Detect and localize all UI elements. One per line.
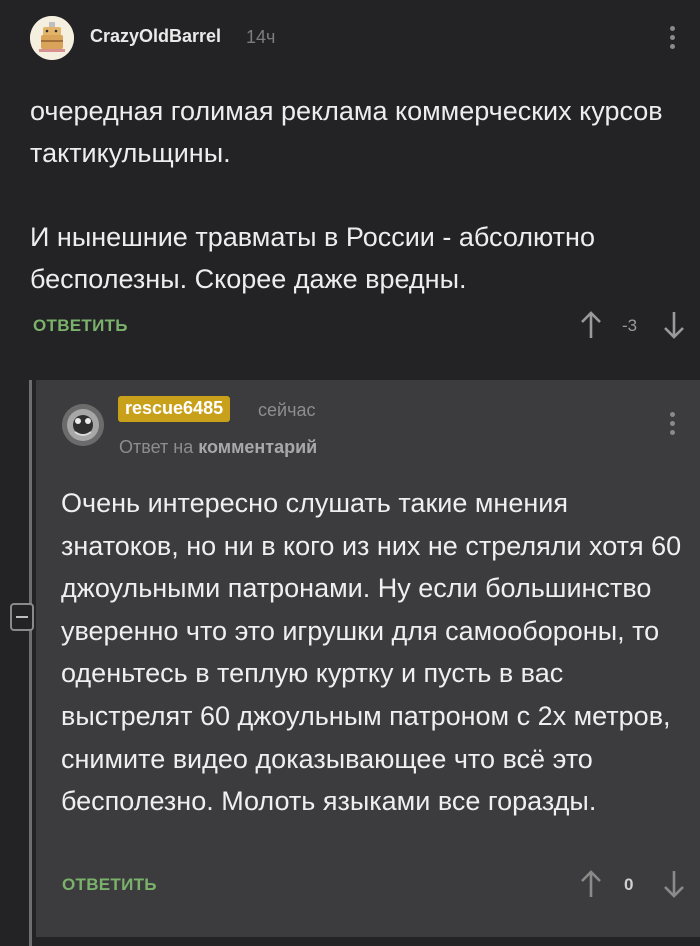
downvote-arrow-down-icon[interactable] [662, 310, 686, 340]
barrel-avatar-icon [30, 16, 74, 60]
reply-button[interactable]: ОТВЕТИТЬ [62, 875, 157, 895]
comment-text: очередная голимая реклама коммерческих к… [30, 90, 670, 300]
comment-score: -3 [622, 316, 638, 335]
comment-paragraph: И нынешние травматы в России - абсолютно… [30, 222, 595, 294]
reply-button[interactable]: ОТВЕТИТЬ [33, 316, 128, 336]
more-options-icon[interactable] [670, 412, 678, 435]
reply-to-link[interactable]: комментарий [198, 437, 317, 457]
comment-author[interactable]: CrazyOldBarrel [90, 26, 221, 47]
reply-text: Очень интересно слушать такие мнения зна… [61, 488, 682, 817]
thread-line[interactable] [29, 380, 32, 946]
avatar[interactable] [62, 404, 104, 446]
upvote-arrow-up-icon[interactable] [579, 869, 603, 899]
reply-time: сейчас [258, 400, 316, 420]
comment-paragraph: очередная голимая реклама коммерческих к… [30, 96, 663, 168]
comment: CrazyOldBarrel 14ч очередная голимая рек… [0, 0, 700, 380]
user-avatar-icon [62, 404, 104, 446]
reply-author[interactable]: rescue6485 [118, 396, 231, 422]
collapse-minus-icon[interactable] [10, 603, 34, 631]
reply-to-prefix: Ответ на [119, 437, 194, 457]
more-options-icon[interactable] [670, 26, 678, 49]
upvote-arrow-up-icon[interactable] [579, 310, 603, 340]
downvote-arrow-down-icon[interactable] [662, 869, 686, 899]
reply-to: Ответ на комментарий [119, 437, 317, 458]
avatar[interactable] [30, 16, 74, 60]
comment-time: 14ч [246, 27, 276, 47]
reply-score: 0 [624, 875, 634, 894]
